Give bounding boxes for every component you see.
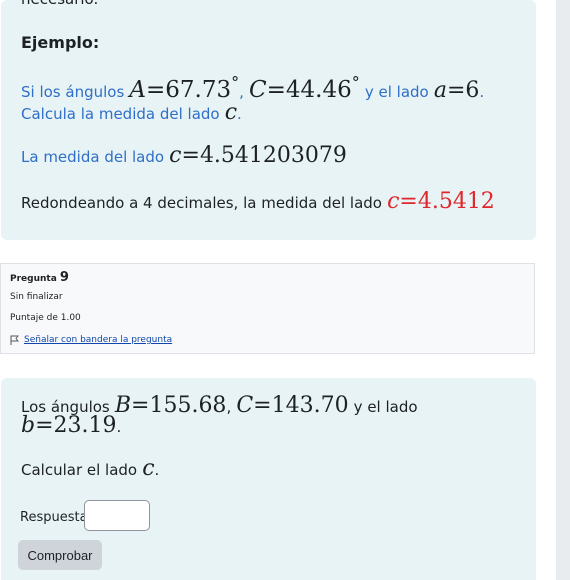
angle-c-question: C=143.70 <box>236 393 349 418</box>
example-card: necesario. Ejemplo: Si los ángulos A=67.… <box>1 0 536 240</box>
example-line-3: La medida del lado c=4.541203079 <box>21 143 347 168</box>
example-line3-text: La medida del lado <box>21 148 165 166</box>
example-line-2: Calcula la medida del lado c. <box>21 100 242 125</box>
question-mark: Puntaje de 1.00 <box>10 313 81 323</box>
question-line1-mid: y el lado <box>353 398 418 416</box>
example-line4-text: Redondeando a 4 decimales, la medida del… <box>21 194 382 212</box>
partial-text: necesario. <box>21 0 98 8</box>
question-line-3: Calcular el lado c. <box>21 456 160 481</box>
scrollbar-track[interactable] <box>556 0 570 580</box>
question-line-2: b=23.19. <box>21 413 122 438</box>
example-line-4: Redondeando a 4 decimales, la medida del… <box>21 189 495 214</box>
question-line3-text: Calcular el lado <box>21 461 138 479</box>
question-number: Pregunta 9 <box>10 270 69 285</box>
side-c-value: c=4.541203079 <box>169 143 347 168</box>
side-b: b=23.19 <box>21 413 117 438</box>
example-line2-text: Calcula la medida del lado <box>21 105 220 123</box>
side-c-rounded: c=4.5412 <box>387 189 495 214</box>
answer-label: Respuesta: <box>20 510 92 525</box>
question-state: Sin finalizar <box>10 292 63 302</box>
example-line1-mid: y el lado <box>364 83 429 101</box>
side-c-question: c <box>142 456 155 481</box>
answer-input[interactable] <box>84 500 150 531</box>
example-line-1: Si los ángulos A=67.73°, C=44.46° y el l… <box>21 73 485 103</box>
flag-question-link-row[interactable]: Señalar con bandera la pregunta <box>10 335 172 345</box>
check-button[interactable]: Comprobar <box>18 540 102 570</box>
angle-c: C=44.46° <box>249 73 360 103</box>
flag-question-link[interactable]: Señalar con bandera la pregunta <box>24 335 172 345</box>
flag-icon[interactable] <box>10 335 19 345</box>
example-line1-pre: Si los ángulos <box>21 83 125 101</box>
example-heading: Ejemplo: <box>21 33 100 52</box>
side-a: a=6 <box>433 78 480 103</box>
side-c-var: c <box>224 100 238 125</box>
angle-b: B=155.68 <box>114 393 227 418</box>
question-info: Pregunta 9 Sin finalizar Puntaje de 1.00… <box>0 263 535 354</box>
